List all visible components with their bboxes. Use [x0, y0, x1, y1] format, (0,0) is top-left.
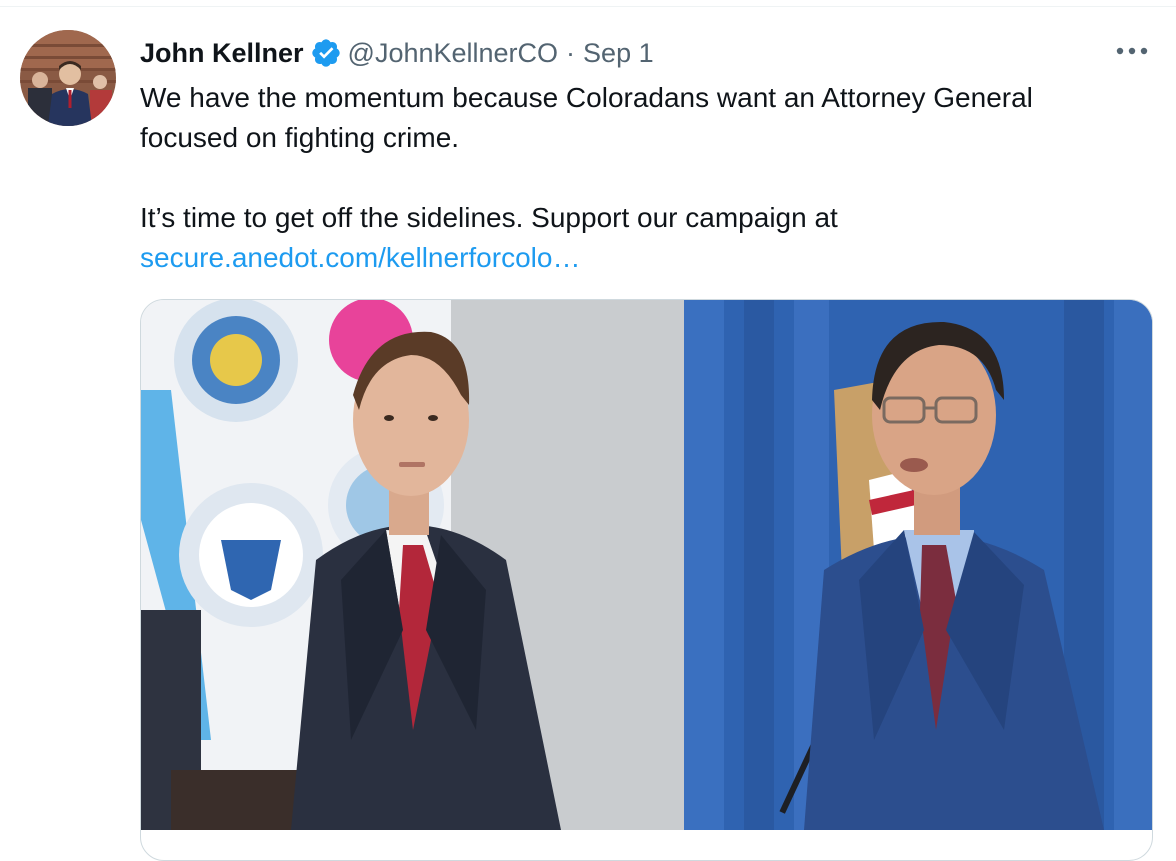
display-name[interactable]: John Kellner	[140, 38, 304, 69]
media-photo-right[interactable]	[684, 300, 1152, 830]
separator-dot: ·	[566, 37, 576, 68]
tweet-header: John Kellner @JohnKellnerCO · Sep 1	[140, 34, 654, 72]
verified-badge-icon	[310, 37, 342, 69]
more-options-button[interactable]	[1112, 36, 1152, 66]
tweet-text: We have the momentum because Coloradans …	[140, 78, 1140, 278]
tweet-text-line: focused on fighting crime.	[140, 122, 460, 153]
tweet-text-line: We have the momentum because Coloradans …	[140, 82, 1033, 113]
tweet-text-line: It’s time to get off the sidelines. Supp…	[140, 202, 838, 233]
more-options-icon	[1116, 47, 1148, 55]
profile-avatar[interactable]	[20, 30, 116, 126]
top-divider	[0, 6, 1176, 7]
tweet-date[interactable]: Sep 1	[583, 38, 654, 69]
campaign-link[interactable]: secure.anedot.com/kellnerforcolo…	[140, 238, 1140, 278]
user-handle[interactable]: @JohnKellnerCO	[348, 38, 559, 69]
media-photo-left[interactable]	[141, 300, 684, 830]
tweet-media[interactable]	[140, 299, 1153, 861]
